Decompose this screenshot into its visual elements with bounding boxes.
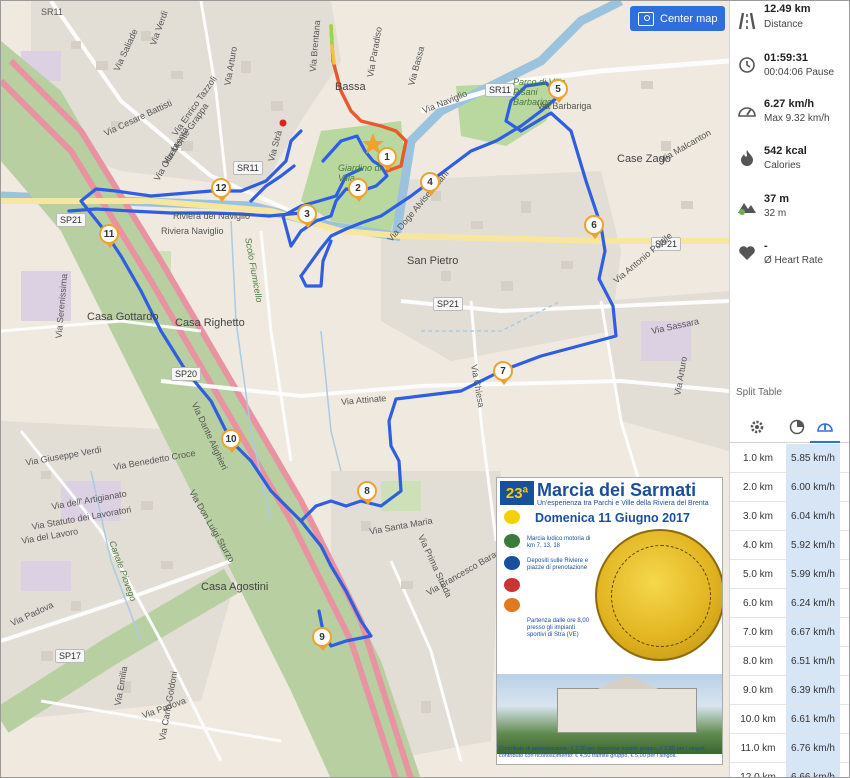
sponsor-logo-icon	[504, 556, 520, 570]
road-shield: SR11	[233, 161, 263, 175]
stat-heart-rate: - Ø Heart Rate	[730, 233, 849, 277]
stat-label: Ø Heart Rate	[764, 255, 823, 266]
km-marker[interactable]: 9	[312, 627, 332, 651]
stat-label: 32 m	[764, 208, 787, 219]
table-row: 11.0 km 6.76 km/h	[730, 734, 849, 763]
table-row: 8.0 km 6.51 km/h	[730, 647, 849, 676]
villa-building	[557, 675, 697, 733]
table-row: 2.0 km 6.00 km/h	[730, 473, 849, 502]
km-marker[interactable]: 7	[493, 361, 513, 385]
road-shield: SP17	[55, 649, 86, 663]
timer-icon	[789, 419, 805, 435]
poster-date: Domenica 11 Giugno 2017	[535, 511, 690, 525]
stat-value: 6.27 km/h	[764, 98, 815, 110]
stat-value: 01:59:31	[764, 52, 809, 64]
stat-elevation: 37 m 32 m	[730, 186, 849, 230]
road-icon	[737, 11, 757, 31]
road-shield: SP21	[56, 213, 87, 227]
km-marker[interactable]: 3	[297, 204, 317, 228]
table-row: 5.0 km 5.99 km/h	[730, 560, 849, 589]
table-row: 3.0 km 6.04 km/h	[730, 502, 849, 531]
heart-icon	[737, 243, 757, 263]
poster-start-info: Partenza dalle ore 8,00 presso gli impia…	[527, 618, 590, 638]
start-point	[279, 119, 287, 127]
center-map-button[interactable]: Center map	[630, 6, 726, 31]
gear-icon	[750, 420, 764, 434]
flame-icon	[737, 148, 757, 168]
sponsor-logo-icon	[504, 578, 520, 592]
app-window: SR11 Via Saliade Via Verdi Bassa Via Nav…	[0, 0, 850, 778]
road-shield: SP20	[171, 367, 202, 381]
poster-subtitle: Un'esperienza tra Parchi e Ville della R…	[537, 500, 709, 507]
pace-tab[interactable]	[782, 411, 812, 443]
stat-value: 542 kcal	[764, 145, 807, 157]
poster-badge: 23ª	[500, 481, 534, 505]
road-shield: SP21	[433, 297, 464, 311]
settings-tab[interactable]	[742, 411, 772, 443]
table-row: 10.0 km 6.61 km/h	[730, 705, 849, 734]
stat-value: -	[764, 240, 768, 252]
stat-calories: 542 kcal Calories	[730, 138, 849, 182]
km-marker[interactable]: 2	[348, 178, 368, 202]
stat-label: Distance	[764, 19, 803, 30]
road-shield: SP21	[651, 237, 682, 251]
stat-speed: 6.27 km/h Max 9.32 km/h	[730, 91, 849, 135]
center-map-label: Center map	[660, 12, 718, 25]
clock-icon	[737, 55, 757, 75]
table-row: 9.0 km 6.39 km/h	[730, 676, 849, 705]
stat-distance: 12.49 km Distance	[730, 1, 849, 45]
table-row: 7.0 km 6.67 km/h	[730, 618, 849, 647]
stat-duration: 01:59:31 00:04:06 Pause	[730, 45, 849, 89]
speedometer-icon	[817, 423, 833, 432]
km-marker[interactable]: 4	[420, 172, 440, 196]
sponsor-logo-icon	[504, 510, 520, 524]
map-pin-icon	[638, 11, 654, 26]
event-poster-photo[interactable]: 23ª Marcia dei Sarmati Un'esperienza tra…	[496, 477, 723, 765]
poster-distances: Marcia ludico motoria di km 7, 13, 18	[527, 536, 591, 549]
stat-value: 12.49 km	[764, 3, 811, 15]
km-marker[interactable]: 12	[211, 178, 231, 202]
stats-panel: 12.49 km Distance 01:59:31 00:04:06 Paus…	[729, 1, 849, 777]
km-marker[interactable]: 5	[548, 79, 568, 103]
poster-footer: Contributo di partecipazione: € 2,00 per…	[499, 746, 706, 759]
sponsor-logo-icon	[504, 598, 520, 612]
split-tabs	[730, 411, 849, 443]
speed-tab[interactable]	[810, 411, 840, 443]
gold-medal-icon	[595, 529, 722, 661]
sponsor-logo-icon	[504, 534, 520, 548]
stat-value: 37 m	[764, 193, 790, 205]
table-row: 12.0 km 6.66 km/h	[730, 763, 849, 777]
table-row: 4.0 km 5.92 km/h	[730, 531, 849, 560]
km-marker[interactable]: 11	[99, 224, 119, 248]
km-marker[interactable]: 1	[377, 147, 397, 171]
stat-label: Max 9.32 km/h	[764, 113, 830, 124]
table-row: 6.0 km 6.24 km/h	[730, 589, 849, 618]
split-table-title: Split Table	[736, 387, 782, 398]
map-view[interactable]: SR11 Via Saliade Via Verdi Bassa Via Nav…	[1, 1, 729, 777]
km-marker[interactable]: 10	[221, 429, 241, 453]
speedometer-icon	[737, 101, 757, 121]
km-marker[interactable]: 8	[357, 481, 377, 505]
km-marker[interactable]: 6	[584, 215, 604, 239]
table-row: 1.0 km 5.85 km/h	[730, 444, 849, 473]
elevation-icon	[737, 196, 757, 216]
poster-deposits: Depositi sulle Riviere e piazze di preno…	[527, 558, 589, 571]
poster-title: Marcia dei Sarmati	[537, 480, 697, 500]
stat-label: 00:04:06 Pause	[764, 67, 835, 78]
stat-label: Calories	[764, 160, 801, 171]
road-shield: SR11	[485, 83, 515, 97]
